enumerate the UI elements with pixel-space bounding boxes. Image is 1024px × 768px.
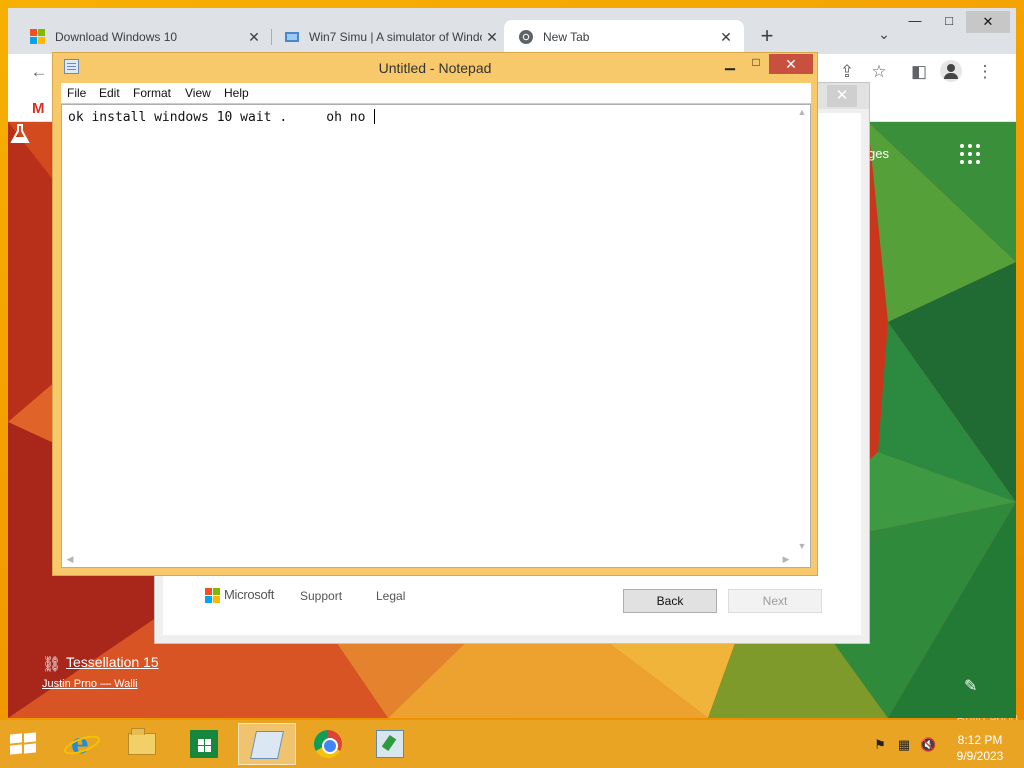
- link-icon: ⛓: [42, 656, 62, 673]
- gmail-icon[interactable]: M: [32, 100, 45, 117]
- setup-close-button[interactable]: ✕: [827, 85, 857, 107]
- next-button[interactable]: Next: [728, 589, 822, 613]
- taskbar-windows-setup[interactable]: [362, 723, 420, 765]
- internet-explorer-icon: e: [66, 730, 94, 758]
- taskbar-chrome[interactable]: [300, 723, 358, 765]
- chrome-icon: [518, 29, 534, 45]
- taskbar-store[interactable]: [176, 723, 234, 765]
- tab-search-chevron-icon[interactable]: ⌄: [874, 26, 894, 46]
- tab-strip: Download Windows 10 ✕ Win7 Simu | A simu…: [8, 8, 1016, 54]
- notepad-icon: [250, 731, 284, 759]
- microsoft-logo-text: Microsoft: [224, 587, 275, 602]
- folder-icon: [128, 728, 156, 755]
- clock-date: 9/9/2023: [956, 749, 1004, 763]
- scroll-up-arrow-icon[interactable]: ▲: [794, 107, 810, 117]
- taskbar-notepad[interactable]: [238, 723, 296, 765]
- menu-format[interactable]: Format: [133, 86, 171, 100]
- scroll-down-arrow-icon[interactable]: ▼: [794, 541, 810, 551]
- notepad-title: Untitled - Notepad: [378, 60, 492, 76]
- start-windows-icon[interactable]: [10, 732, 38, 756]
- notepad-content-text: ok install windows 10 wait . oh no: [68, 110, 374, 125]
- scroll-right-arrow-icon[interactable]: ▶: [778, 554, 794, 565]
- wallpaper-title-link[interactable]: Tessellation 15: [66, 654, 159, 670]
- notepad-window: Untitled - Notepad ▁ □ ✕ File Edit Forma…: [52, 52, 818, 576]
- notepad-text-area[interactable]: ok install windows 10 wait . oh no ▲ ▼ ◀…: [61, 104, 811, 568]
- windows-logo-icon: [30, 29, 46, 45]
- tab-new-tab[interactable]: New Tab ✕: [504, 20, 744, 54]
- notepad-minimize-button[interactable]: ▁: [717, 55, 743, 75]
- ntp-images-link[interactable]: ges: [868, 146, 889, 161]
- vertical-scrollbar[interactable]: ▲ ▼: [794, 105, 810, 553]
- tab-win7-simu[interactable]: Win7 Simu | A simulator of Windows ✕: [272, 20, 510, 54]
- scroll-left-arrow-icon[interactable]: ◀: [62, 554, 78, 565]
- tab-label: New Tab: [543, 30, 590, 44]
- win7simu-icon: [284, 29, 300, 45]
- google-apps-grid-icon[interactable]: [960, 144, 980, 164]
- text-caret: [374, 109, 376, 124]
- support-link[interactable]: Support: [300, 589, 342, 603]
- customize-pencil-icon[interactable]: ✎: [964, 676, 977, 696]
- tab-close-icon[interactable]: ✕: [244, 29, 264, 46]
- notepad-content[interactable]: ok install windows 10 wait . oh no: [68, 109, 376, 125]
- tab-label: Download Windows 10: [55, 30, 178, 44]
- chrome-icon: [314, 730, 342, 758]
- menu-view[interactable]: View: [185, 86, 211, 100]
- notepad-close-button[interactable]: ✕: [769, 54, 813, 74]
- network-icon[interactable]: ▦: [896, 738, 912, 752]
- notepad-menubar: File Edit Format View Help: [61, 83, 811, 103]
- new-tab-button[interactable]: +: [754, 24, 780, 50]
- setup-icon: [376, 730, 404, 758]
- wallpaper-author-link[interactable]: Justin Prno — Walli: [42, 678, 138, 690]
- star-bookmark-icon[interactable]: ☆: [868, 61, 890, 83]
- microsoft-logo: Microsoft: [205, 587, 277, 603]
- profile-avatar[interactable]: [940, 60, 962, 82]
- notepad-maximize-button[interactable]: □: [743, 55, 769, 75]
- menu-edit[interactable]: Edit: [99, 86, 120, 100]
- back-button[interactable]: Back: [623, 589, 717, 613]
- side-panel-icon[interactable]: ◧: [908, 61, 930, 83]
- labs-flask-icon[interactable]: [8, 122, 32, 146]
- menu-file[interactable]: File: [67, 86, 86, 100]
- browser-close-button[interactable]: ✕: [966, 11, 1010, 33]
- taskbar-file-explorer[interactable]: [114, 723, 172, 765]
- notepad-titlebar[interactable]: Untitled - Notepad ▁ □ ✕: [53, 53, 817, 83]
- back-arrow-icon[interactable]: ←: [28, 61, 50, 83]
- menu-help[interactable]: Help: [224, 86, 249, 100]
- tab-label: Win7 Simu | A simulator of Windows: [309, 30, 482, 44]
- clock-time: 8:12 PM: [957, 733, 1003, 747]
- volume-muted-icon[interactable]: 🔇: [920, 738, 936, 752]
- legal-link[interactable]: Legal: [376, 589, 405, 603]
- tab-close-icon[interactable]: ✕: [716, 29, 736, 46]
- share-icon[interactable]: ⇪: [836, 61, 858, 83]
- store-icon: [190, 730, 218, 758]
- system-clock[interactable]: 8:12 PM 9/9/2023: [946, 732, 1014, 764]
- menu-kebab-icon[interactable]: ⋮: [974, 61, 996, 83]
- action-center-flag-icon[interactable]: ⚑: [872, 738, 888, 752]
- horizontal-scrollbar[interactable]: ◀ ▶: [62, 551, 794, 567]
- taskbar-internet-explorer[interactable]: e: [52, 723, 110, 765]
- microsoft-logo-icon: [205, 588, 221, 604]
- tab-download-windows-10[interactable]: Download Windows 10 ✕: [8, 20, 272, 54]
- tab-close-icon[interactable]: ✕: [482, 29, 502, 46]
- taskbar: e ⚑ ▦ 🔇 8:12 PM 9/9/2023: [0, 720, 1024, 768]
